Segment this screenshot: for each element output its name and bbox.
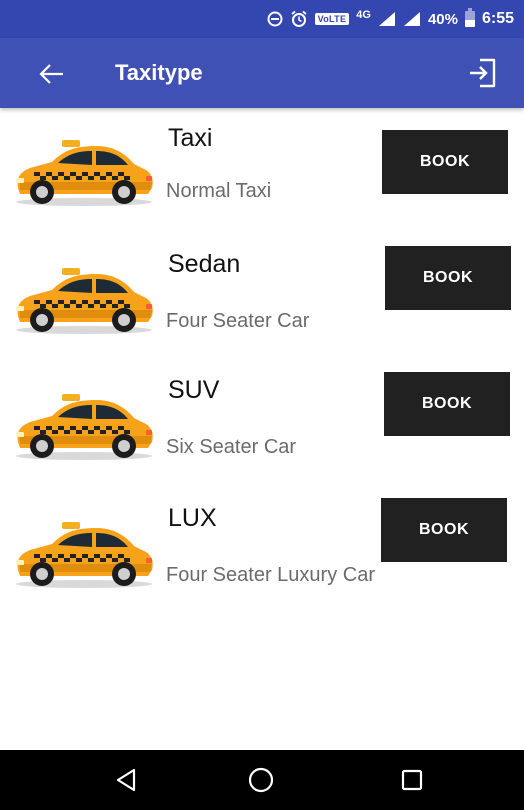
clock-time: 6:55 xyxy=(481,10,514,27)
taxi-car-icon xyxy=(12,514,156,590)
volte-badge: VoLTE xyxy=(314,13,350,25)
circle-home-icon xyxy=(248,767,274,793)
logout-button[interactable] xyxy=(466,56,500,90)
nav-recents-button[interactable] xyxy=(396,764,428,796)
taxi-type-description: Six Seater Car xyxy=(166,436,297,458)
network-type-label: 4G xyxy=(356,9,371,21)
nav-back-button[interactable] xyxy=(110,764,142,796)
signal-strength-icon xyxy=(378,12,395,26)
logout-icon xyxy=(470,58,496,88)
app-bar: Taxitype xyxy=(0,38,524,108)
battery-percentage: 40% xyxy=(427,10,458,28)
page-title: Taxitype xyxy=(115,60,203,85)
nav-home-button[interactable] xyxy=(245,764,277,796)
taxi-type-name: Taxi xyxy=(168,124,213,152)
list-item-sedan: Sedan Four Seater Car BOOK xyxy=(0,240,524,366)
taxi-type-description: Normal Taxi xyxy=(166,180,272,202)
taxi-car-icon xyxy=(12,386,156,462)
do-not-disturb-icon xyxy=(267,11,283,27)
taxi-type-description: Four Seater Luxury Car xyxy=(166,564,375,586)
taxi-type-description: Four Seater Car xyxy=(166,310,310,332)
book-button-lux[interactable]: BOOK xyxy=(381,498,507,562)
triangle-back-icon xyxy=(116,768,136,792)
taxi-car-icon xyxy=(12,260,156,336)
list-item-suv: SUV Six Seater Car BOOK xyxy=(0,366,524,492)
taxi-type-name: Sedan xyxy=(168,250,241,278)
system-navigation-bar xyxy=(0,750,524,810)
status-bar: VoLTE 4G 40% 6:55 xyxy=(0,0,524,38)
square-recents-icon xyxy=(401,769,423,791)
taxi-car-icon xyxy=(12,132,156,208)
book-button-sedan[interactable]: BOOK xyxy=(385,246,511,310)
list-item-lux: LUX Four Seater Luxury Car BOOK xyxy=(0,494,524,620)
arrow-left-icon xyxy=(39,64,63,84)
taxi-type-name: LUX xyxy=(168,504,217,532)
list-item-taxi: Taxi Normal Taxi BOOK xyxy=(0,112,524,238)
alarm-clock-icon xyxy=(291,10,307,27)
book-button-taxi[interactable]: BOOK xyxy=(382,130,508,194)
status-icons: VoLTE 4G 40% 6:55 xyxy=(267,0,514,38)
back-button[interactable] xyxy=(36,58,68,90)
taxi-type-name: SUV xyxy=(168,376,220,404)
battery-icon xyxy=(464,8,475,27)
signal-strength-icon-2 xyxy=(403,12,420,26)
book-button-suv[interactable]: BOOK xyxy=(384,372,510,436)
